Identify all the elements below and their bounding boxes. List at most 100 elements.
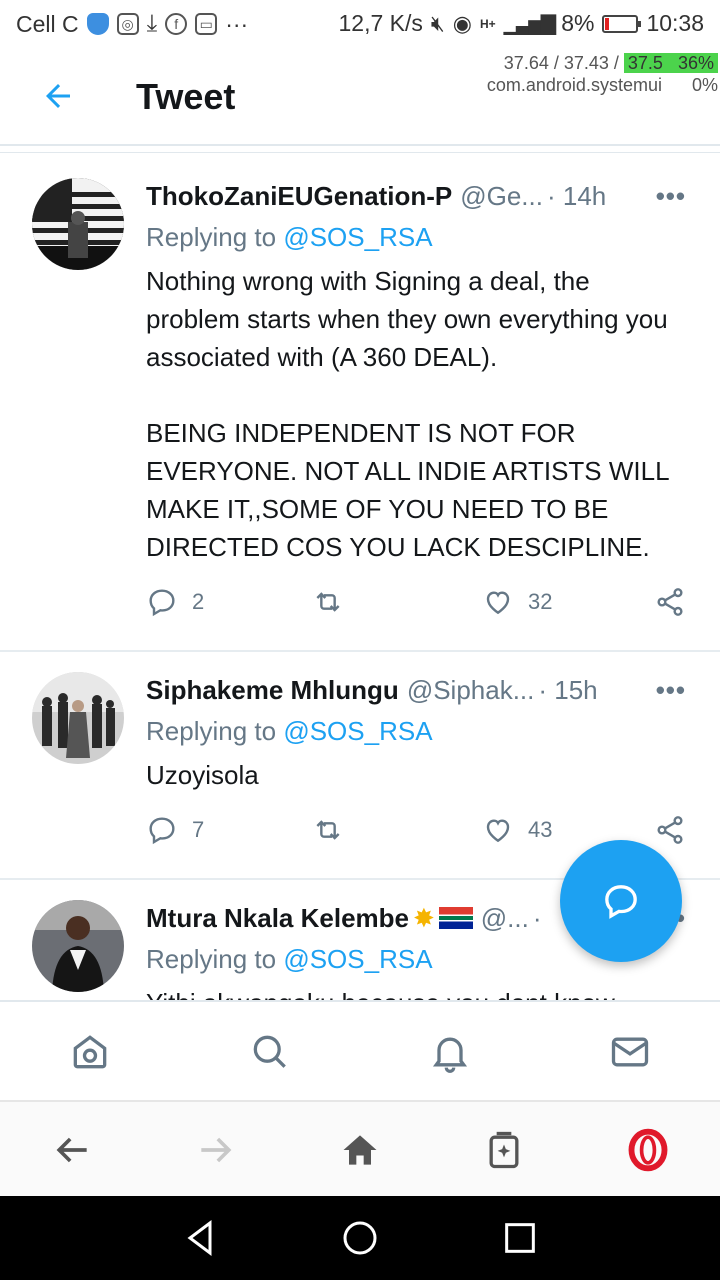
- network-type: H+: [479, 16, 496, 31]
- retweet-icon: [316, 820, 340, 840]
- overlay-highlight: 37.5 36%: [623, 53, 718, 73]
- share-button[interactable]: [654, 586, 686, 618]
- forward-icon[interactable]: [194, 1128, 238, 1172]
- back-icon[interactable]: [50, 1128, 94, 1172]
- tabs-icon[interactable]: [482, 1128, 526, 1172]
- reply-button[interactable]: 2: [146, 586, 204, 618]
- user-handle[interactable]: @Siphak...: [407, 675, 535, 706]
- like-count: 43: [528, 817, 553, 842]
- more-options-icon[interactable]: •••: [656, 675, 686, 706]
- opera-menu-icon[interactable]: [626, 1128, 670, 1172]
- tweet-header: Siphakeme Mhlungu @Siphak... · 15h •••: [146, 672, 690, 708]
- replying-to-label: Replying to: [146, 716, 284, 746]
- network-speed: 12,7 K/s: [338, 10, 423, 36]
- overlay-line-2: com.android.systemui 0%: [487, 74, 718, 96]
- share-icon: [657, 816, 683, 844]
- compose-tweet-button[interactable]: [560, 840, 682, 962]
- security-shield-icon: [86, 13, 109, 35]
- tweet-text: Nothing wrong with Signing a deal, the p…: [146, 266, 669, 562]
- tweet-header: ThokoZaniEUGenation-P @Ge... · 14h •••: [146, 178, 690, 214]
- like-count: 32: [528, 589, 553, 614]
- twitter-bottom-nav: [0, 1000, 720, 1100]
- replying-to: Replying to @SOS_RSA: [146, 716, 433, 747]
- retweet-icon: [316, 592, 340, 612]
- overlay-values: 37.64 / 37.43 /: [503, 53, 619, 73]
- avatar[interactable]: [32, 900, 124, 992]
- instagram-icon: ◎: [116, 13, 139, 35]
- reply-count: 2: [192, 589, 205, 614]
- compose-tweet-icon: [605, 885, 637, 919]
- share-icon: [657, 588, 683, 616]
- like-button[interactable]: 32: [482, 586, 552, 618]
- overlay-process-percent: 0%: [691, 75, 718, 95]
- replying-to: Replying to @SOS_RSA: [146, 944, 433, 975]
- reply-icon: [149, 817, 175, 845]
- tweet-actions: 2 32: [146, 586, 696, 626]
- user-handle[interactable]: @...: [481, 903, 529, 934]
- avatar[interactable]: [32, 672, 124, 764]
- mention-link[interactable]: @SOS_RSA: [283, 716, 432, 746]
- system-nav-bar: [0, 1196, 720, 1280]
- notifications-icon[interactable]: [428, 1030, 472, 1074]
- display-name[interactable]: Mtura Nkala Kelembe: [146, 903, 409, 934]
- browser-nav: [0, 1100, 720, 1196]
- avatar[interactable]: [32, 178, 124, 270]
- signal-icon: ▁▃▅▇: [503, 13, 557, 35]
- replying-to-label: Replying to: [146, 944, 284, 974]
- messages-icon[interactable]: [608, 1030, 652, 1074]
- heart-icon: [486, 819, 510, 843]
- home-circle-icon[interactable]: [340, 1218, 380, 1258]
- overlay-process: com.android.systemui: [486, 75, 662, 95]
- share-button[interactable]: [654, 814, 686, 846]
- status-right: 12,7 K/s 🔇︎ ◉ H+ ▁▃▅▇ 8% 10:38: [339, 10, 705, 37]
- avatar-image: [32, 672, 124, 764]
- star-emoji-icon: ✸: [412, 902, 435, 933]
- clock: 10:38: [646, 10, 704, 36]
- mention-link[interactable]: @SOS_RSA: [283, 944, 432, 974]
- replying-to-label: Replying to: [146, 222, 284, 252]
- avatar-image: [32, 178, 124, 270]
- reply-button[interactable]: 7: [146, 814, 204, 846]
- tweet[interactable]: ThokoZaniEUGenation-P @Ge... · 14h ••• R…: [0, 158, 720, 652]
- avatar-image: [32, 900, 124, 992]
- back-triangle-icon[interactable]: [180, 1218, 220, 1258]
- download-icon: ⤓: [146, 10, 158, 37]
- mute-icon: 🔇︎: [430, 10, 445, 36]
- search-icon[interactable]: [248, 1030, 292, 1074]
- tweet-time: ·: [532, 902, 542, 933]
- eye-comfort-icon: ◉: [452, 10, 472, 36]
- retweet-button[interactable]: [312, 586, 358, 618]
- status-left: Cell C ◎ ⤓ f ▭ ···: [16, 10, 248, 38]
- perf-overlay: 37.64 / 37.43 / 37.5 36% com.android.sys…: [487, 52, 718, 96]
- like-button[interactable]: 43: [482, 814, 552, 846]
- tweet-time: · 15h: [538, 674, 598, 705]
- user-handle[interactable]: @Ge...: [460, 181, 543, 212]
- south-africa-flag-icon: [438, 907, 473, 929]
- reply-icon: [149, 589, 175, 617]
- tweet-time: · 14h: [546, 180, 607, 211]
- replying-to: Replying to @SOS_RSA: [146, 222, 433, 253]
- status-bar: Cell C ◎ ⤓ f ▭ ··· 12,7 K/s 🔇︎ ◉ H+ ▁▃▅▇…: [0, 0, 720, 48]
- gallery-icon: ▭: [195, 13, 218, 35]
- overlay-line-1: 37.64 / 37.43 / 37.5 36%: [487, 52, 718, 74]
- display-name[interactable]: ThokoZaniEUGenation-P: [146, 181, 452, 212]
- display-name[interactable]: Siphakeme Mhlungu: [146, 675, 399, 706]
- battery-percent: 8%: [561, 10, 595, 36]
- carrier-label: Cell C: [16, 10, 79, 37]
- arrow-left-icon[interactable]: [40, 78, 76, 114]
- home-icon[interactable]: [338, 1128, 382, 1172]
- home-icon[interactable]: [68, 1030, 112, 1074]
- more-options-icon[interactable]: •••: [656, 181, 686, 212]
- more-notifications-icon: ···: [225, 10, 249, 37]
- heart-icon: [486, 591, 510, 615]
- retweet-button[interactable]: [312, 814, 358, 846]
- tweet-text: Uzoyisola: [146, 760, 259, 790]
- mention-link[interactable]: @SOS_RSA: [283, 222, 432, 252]
- tweet-text: Yithi akwangaku because you dont know: [146, 984, 686, 1000]
- reply-count: 7: [192, 817, 205, 842]
- recents-square-icon[interactable]: [500, 1218, 540, 1258]
- page-title: Tweet: [136, 76, 236, 117]
- facebook-icon: f: [165, 13, 188, 35]
- overlay-percent: 36%: [677, 53, 714, 73]
- battery-icon: [602, 14, 642, 33]
